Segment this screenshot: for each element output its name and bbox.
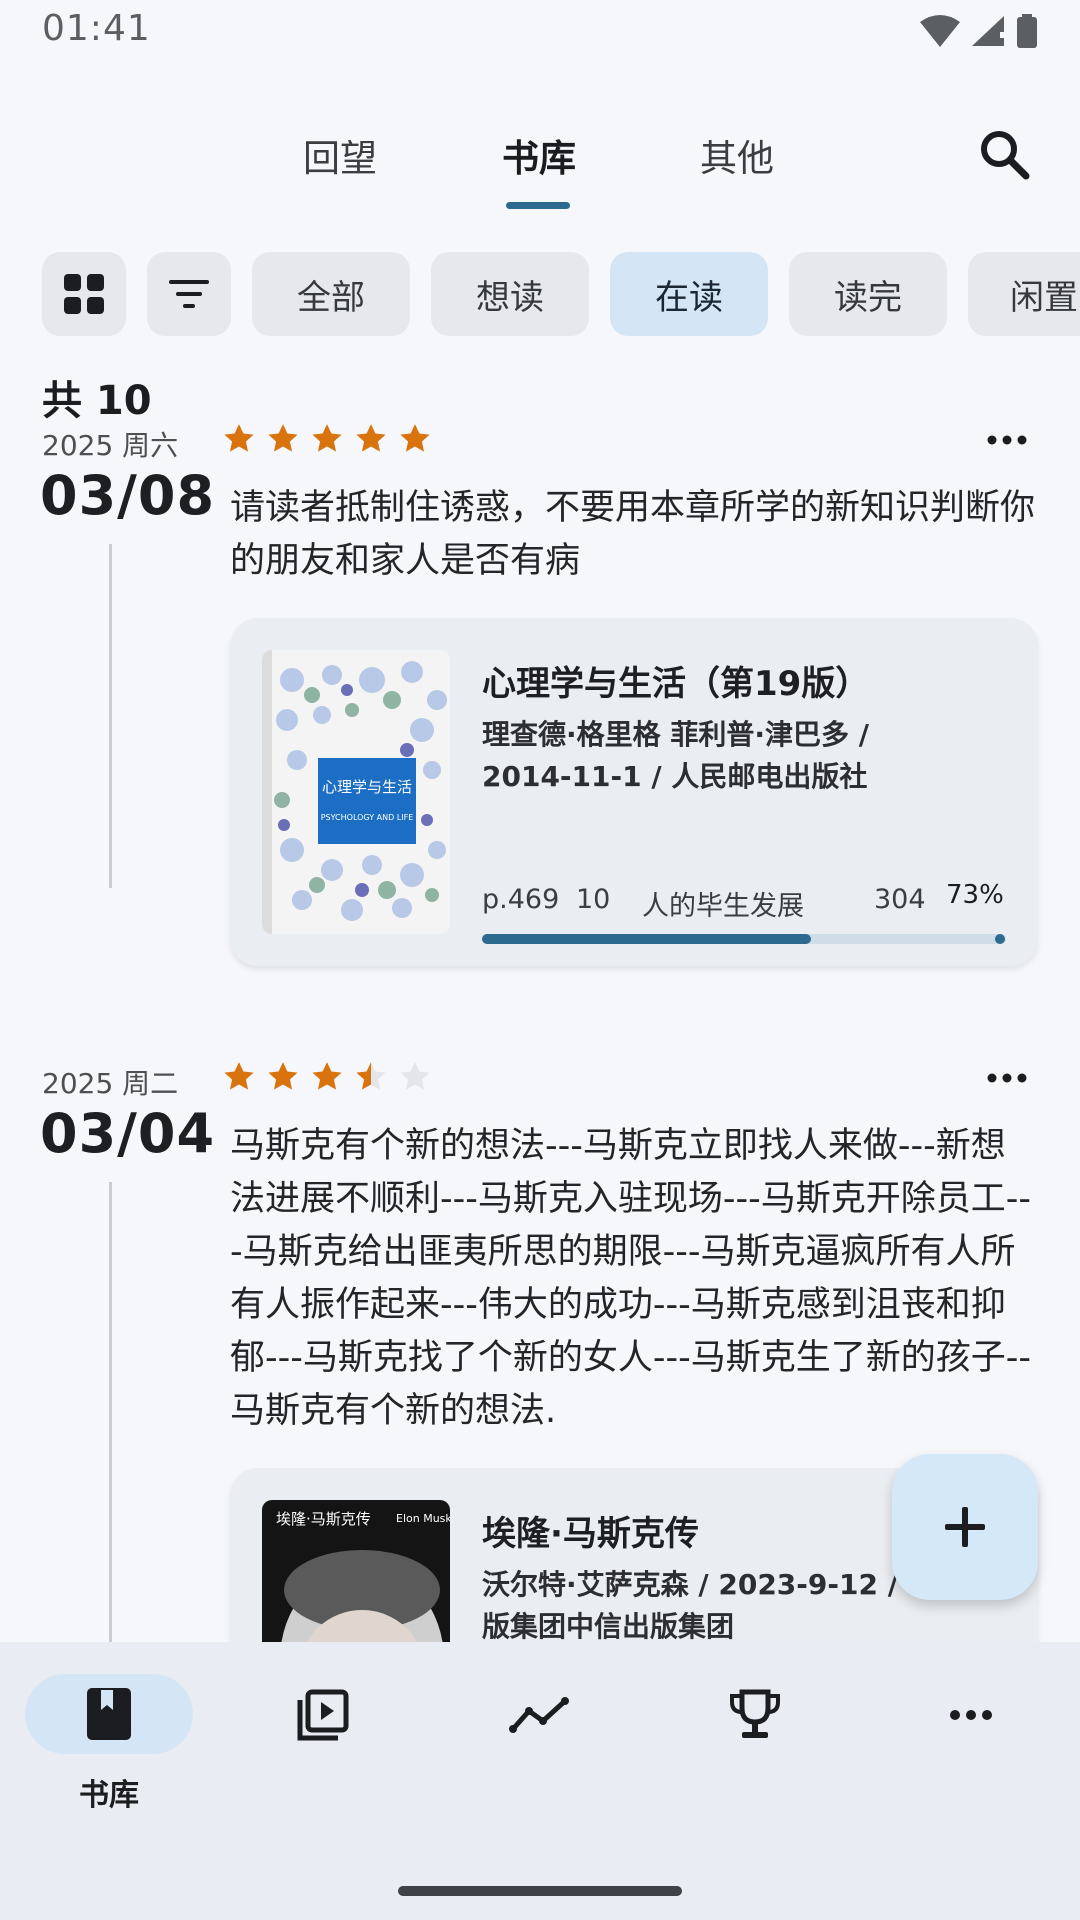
video-library-icon [297, 1689, 349, 1741]
nav-label: 书库 [79, 1778, 139, 1813]
book-publish-info: 2014-11-1 / 人民邮电出版社 [482, 760, 868, 793]
active-tab-indicator [506, 202, 570, 209]
star-empty-icon [400, 1062, 430, 1090]
star-icon [356, 424, 386, 452]
star-half-icon [356, 1062, 386, 1090]
add-button[interactable] [892, 1454, 1038, 1600]
filter-chip-all[interactable]: 全部 [252, 252, 410, 336]
status-time: 01:41 [42, 8, 151, 49]
tab-other[interactable]: 其他 [700, 128, 774, 182]
book-icon [87, 1688, 131, 1740]
bottom-navigation: 书库 [0, 1642, 1080, 1920]
timeline-line [109, 1182, 112, 1702]
timeline-line [109, 544, 112, 888]
trophy-icon [730, 1689, 780, 1738]
cover-english-title: Elon Musk [396, 1512, 450, 1525]
entry-date: 03/08 [40, 464, 216, 527]
nav-item-media[interactable] [238, 1674, 408, 1814]
more-horiz-icon [987, 435, 1027, 445]
rating-stars [222, 422, 432, 456]
chapter-number: 10 [576, 884, 611, 915]
book-card[interactable]: 心理学与生活 PSYCHOLOGY AND LIFE 心理学与生活（第19版） … [230, 618, 1038, 966]
filter-chip-reading[interactable]: 在读 [610, 252, 768, 336]
nav-pill [455, 1674, 623, 1756]
more-horiz-icon [987, 1073, 1027, 1083]
filter-row: 全部 想读 在读 读完 闲置 [0, 252, 1080, 336]
cover-subtitle: PSYCHOLOGY AND LIFE [321, 813, 414, 822]
plus-icon [945, 1507, 985, 1547]
nav-pill [25, 1674, 193, 1754]
current-page: p.469 [482, 884, 560, 915]
search-icon [981, 131, 1030, 180]
filter-chip-idle[interactable]: 闲置 [968, 252, 1080, 336]
entry-more-button[interactable] [972, 1058, 1042, 1098]
star-icon [400, 424, 430, 452]
grid-view-button[interactable] [42, 252, 126, 336]
star-icon [224, 1062, 254, 1090]
progress-bar [482, 934, 1006, 944]
rating-stars [222, 1060, 432, 1094]
chapter-pages: 304 [874, 884, 926, 915]
tab-review[interactable]: 回望 [303, 128, 377, 182]
wifi-icon [920, 15, 960, 47]
star-icon [224, 424, 254, 452]
app-screen: 01:41 回望 书库 其他 全部 想读 在读 读完 闲置 共 10 2025 … [0, 0, 1080, 1920]
tab-library[interactable]: 书库 [502, 128, 576, 182]
entry-date: 03/04 [40, 1102, 216, 1165]
sort-filter-button[interactable] [147, 252, 231, 336]
star-icon [312, 424, 342, 452]
entry-note: 马斯克有个新的想法---马斯克立即找人来做---新想法进展不顺利---马斯克入驻… [230, 1126, 1032, 1431]
filter-list-icon [169, 280, 209, 308]
home-indicator [398, 1886, 682, 1896]
search-button[interactable] [968, 118, 1040, 190]
nav-pill [887, 1674, 1055, 1756]
grid-view-icon [64, 274, 104, 314]
entry-date-weekday: 2025 周二 [42, 1067, 179, 1100]
star-icon [268, 424, 298, 452]
book-title: 心理学与生活（第19版） [482, 664, 870, 704]
star-icon [268, 1062, 298, 1090]
cell-signal-icon [972, 16, 1004, 46]
more-icon [950, 1710, 992, 1720]
cover-title: 埃隆·马斯克传 [276, 1510, 371, 1528]
entry-date-weekday: 2025 周六 [42, 429, 179, 462]
top-tabs: 回望 书库 其他 [0, 110, 1080, 220]
reading-progress-info: p.469 10 人的毕生发展 304 73% [482, 880, 1004, 924]
filter-chip-finished[interactable]: 读完 [789, 252, 947, 336]
status-bar: 01:41 [0, 0, 1080, 62]
entry-note: 请读者抵制住诱惑，不要用本章所学的新知识判断你的朋友和家人是否有病 [230, 488, 1036, 581]
nav-item-more[interactable] [886, 1674, 1056, 1814]
book-title: 埃隆·马斯克传 [482, 1514, 699, 1554]
nav-pill [671, 1674, 839, 1756]
progress-percent: 73% [946, 880, 1004, 910]
total-count: 共 10 [42, 378, 152, 424]
star-icon [312, 1062, 342, 1090]
book-meta: 理查德·格里格 菲利普·津巴多 / 2014-11-1 / 人民邮电出版社 [482, 714, 1002, 798]
nav-pill [239, 1674, 407, 1756]
nav-item-library[interactable]: 书库 [24, 1674, 194, 1814]
nav-item-statistics[interactable] [454, 1674, 624, 1814]
cover-title: 心理学与生活 [322, 778, 412, 796]
entry-more-button[interactable] [972, 420, 1042, 460]
book-authors: 理查德·格里格 菲利普·津巴多 / [482, 718, 869, 751]
chapter-name: 人的毕生发展 [642, 891, 804, 922]
status-icons [920, 14, 1038, 48]
book-cover: 心理学与生活 PSYCHOLOGY AND LIFE [262, 650, 450, 934]
filter-chip-want-to-read[interactable]: 想读 [431, 252, 589, 336]
nav-item-achievements[interactable] [670, 1674, 840, 1814]
chart-line-icon [509, 1697, 569, 1733]
battery-icon [1017, 14, 1037, 48]
